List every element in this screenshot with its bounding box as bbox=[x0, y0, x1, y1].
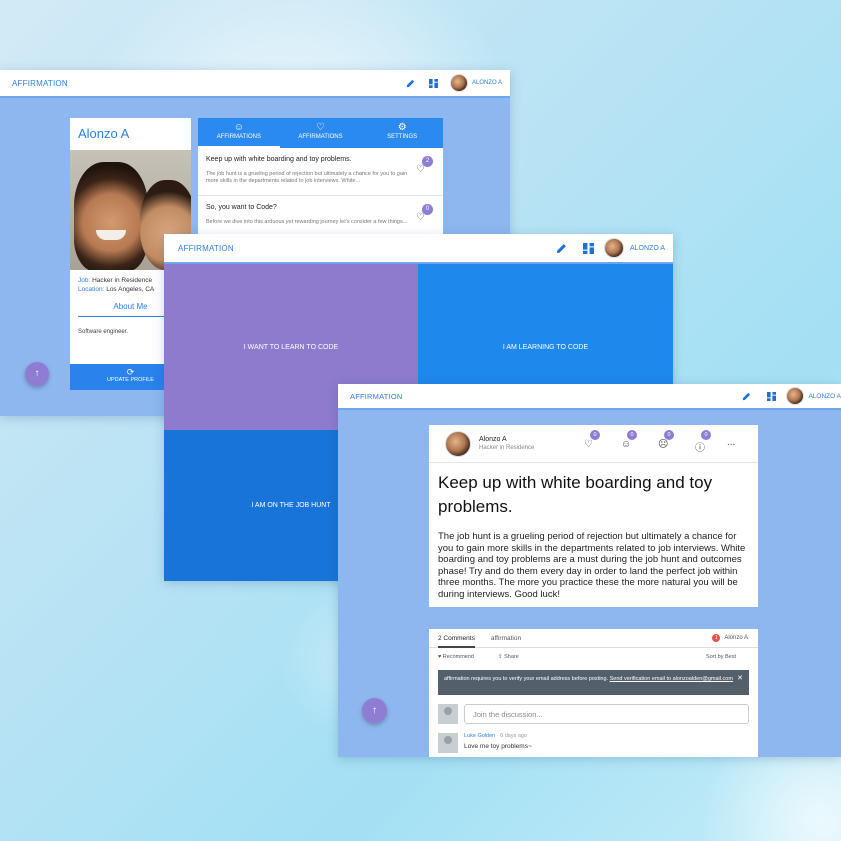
comment-composer: Join the discussion... bbox=[438, 704, 749, 724]
location-label: Location: bbox=[78, 286, 105, 293]
verify-email-text: affirmation requires you to verify your … bbox=[444, 676, 609, 682]
comments-actions: ♥ Recommend ⇪ Share Sort by Best bbox=[429, 648, 758, 666]
affirmations-tabs: ☺ AFFIRMATIONS ♡ AFFIRMATIONS ⚙ SETTINGS bbox=[198, 118, 443, 148]
scroll-top-button[interactable]: ↑ bbox=[362, 698, 387, 723]
comments-tabs: 2 Comments affirmation 1 Alonzo A bbox=[429, 629, 758, 648]
author-avatar bbox=[445, 430, 471, 457]
comment-author[interactable]: Luke Golden bbox=[464, 733, 495, 739]
smile-icon[interactable]: ☺ 0 bbox=[621, 430, 637, 450]
job-value: Hacker in Residence bbox=[92, 277, 153, 284]
share-button[interactable]: ⇪ Share bbox=[498, 654, 531, 660]
post-body: The job hunt is a grueling period of rej… bbox=[438, 531, 746, 600]
arrow-up-icon: ↑ bbox=[34, 368, 40, 379]
comments-panel: 2 Comments affirmation 1 Alonzo A ♥ Reco… bbox=[429, 629, 758, 757]
scroll-top-button[interactable]: ↑ bbox=[25, 362, 49, 386]
user-menu[interactable]: ALONZO A bbox=[472, 80, 502, 86]
job-label: Job: bbox=[78, 277, 91, 284]
verify-email-link[interactable]: Send verification email to alonzoalden@g… bbox=[610, 676, 733, 682]
gear-icon: ⚙ bbox=[397, 122, 407, 133]
reaction-count: 0 bbox=[627, 430, 637, 440]
smile-icon: ☺ bbox=[233, 122, 244, 133]
close-icon[interactable]: ✕ bbox=[737, 675, 743, 683]
location-value: Los Angeles, CA bbox=[106, 286, 155, 293]
dashboard-icon[interactable] bbox=[428, 78, 438, 88]
top-app-bar: AFFIRMATION ALONZO A bbox=[164, 234, 673, 264]
sort-dropdown[interactable]: Sort by Best bbox=[706, 654, 736, 660]
top-app-bar: AFFIRMATION ALONZO A bbox=[338, 384, 841, 410]
reaction-count: 0 bbox=[590, 430, 600, 440]
profile-name: Alonzo A bbox=[78, 126, 130, 141]
disqus-user-menu[interactable]: 1 Alonzo A bbox=[712, 634, 748, 642]
verify-email-banner: affirmation requires you to verify your … bbox=[438, 670, 749, 695]
post-header: Alonzo A Hacker in Residence ♡ 0 ☺ 0 ☹ 0 ⓘ 0… bbox=[429, 425, 758, 463]
notification-badge: 1 bbox=[712, 634, 721, 642]
alert-icon[interactable]: ⓘ 0 bbox=[695, 430, 711, 454]
user-menu[interactable]: ALONZO A bbox=[630, 245, 665, 252]
heart-icon[interactable]: ♡ 0 bbox=[584, 430, 600, 450]
recommend-button[interactable]: ♥ Recommend bbox=[438, 654, 486, 660]
count-badge: 2 bbox=[422, 156, 433, 167]
user-avatar[interactable] bbox=[786, 387, 805, 405]
guest-avatar bbox=[438, 704, 458, 724]
comment-content: Luke Golden · 6 days ago Love me toy pro… bbox=[464, 733, 532, 750]
tab-community[interactable]: affirmation bbox=[491, 635, 521, 642]
post-title: Keep up with white boarding and toy prob… bbox=[438, 473, 713, 516]
tab-comments[interactable]: 2 Comments bbox=[438, 635, 475, 648]
affirmation-title: Keep up with white boarding and toy prob… bbox=[206, 156, 352, 163]
user-avatar[interactable] bbox=[449, 74, 468, 92]
commenter-avatar bbox=[438, 733, 458, 753]
heart-icon: ♡ bbox=[316, 122, 325, 133]
tab-affirmations[interactable]: ☺ AFFIRMATIONS bbox=[198, 118, 280, 148]
affirmation-title: So, you want to Code? bbox=[206, 204, 277, 211]
affirmation-excerpt: The job hunt is a grueling period of rej… bbox=[206, 171, 408, 184]
dashboard-icon[interactable] bbox=[767, 391, 777, 401]
more-icon[interactable]: ... bbox=[727, 437, 735, 448]
sad-icon[interactable]: ☹ 0 bbox=[658, 430, 674, 450]
author-role: Hacker in Residence bbox=[479, 445, 535, 451]
tab-settings[interactable]: ⚙ SETTINGS bbox=[361, 118, 443, 148]
top-app-bar: AFFIRMATION ALONZO A bbox=[0, 70, 510, 98]
comment-item: Luke Golden · 6 days ago Love me toy pro… bbox=[438, 733, 749, 753]
affirmation-excerpt: Before we dive into this arduous yet rew… bbox=[206, 219, 408, 225]
list-item[interactable]: Keep up with white boarding and toy prob… bbox=[198, 148, 443, 196]
app-brand[interactable]: AFFIRMATION bbox=[178, 244, 234, 253]
post-card: Alonzo A Hacker in Residence ♡ 0 ☺ 0 ☹ 0 ⓘ 0… bbox=[429, 425, 758, 607]
disqus-user-name: Alonzo A bbox=[724, 635, 748, 641]
user-menu[interactable]: ALONZO A bbox=[808, 393, 841, 400]
author-block: Alonzo A Hacker in Residence bbox=[479, 436, 534, 451]
pencil-icon[interactable] bbox=[556, 243, 567, 254]
dashboard-icon[interactable] bbox=[582, 242, 594, 254]
reaction-count: 0 bbox=[664, 430, 674, 440]
user-avatar[interactable] bbox=[603, 238, 624, 258]
update-profile-label: UPDATE PROFILE bbox=[107, 377, 154, 383]
reaction-count: 0 bbox=[701, 430, 711, 440]
pencil-icon[interactable] bbox=[742, 392, 751, 401]
comment-text: Love me toy problems~ bbox=[464, 743, 532, 750]
post-window: AFFIRMATION ALONZO A Alonzo A Hacker in … bbox=[338, 384, 841, 757]
app-brand[interactable]: AFFIRMATION bbox=[12, 79, 68, 88]
app-brand[interactable]: AFFIRMATION bbox=[350, 392, 402, 401]
pencil-icon[interactable] bbox=[406, 79, 415, 88]
author-name: Alonzo A bbox=[479, 436, 507, 443]
comment-input[interactable]: Join the discussion... bbox=[464, 704, 749, 724]
arrow-up-icon: ↑ bbox=[372, 705, 377, 716]
comment-time: 6 days ago bbox=[500, 733, 528, 739]
tab-favorite-affirmations[interactable]: ♡ AFFIRMATIONS bbox=[280, 118, 362, 148]
count-badge: 0 bbox=[422, 204, 433, 215]
